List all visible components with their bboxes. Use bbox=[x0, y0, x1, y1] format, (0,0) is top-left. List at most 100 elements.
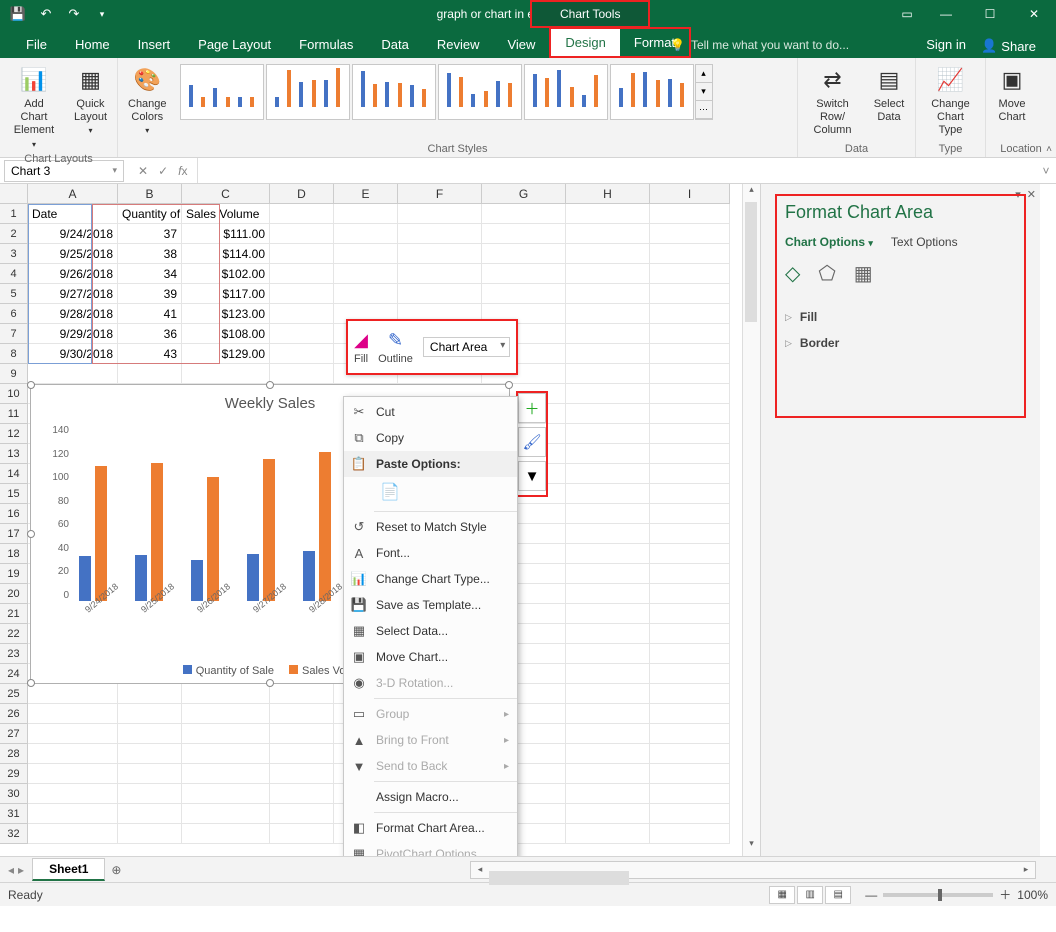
cell[interactable] bbox=[270, 244, 334, 264]
row-header[interactable]: 17 bbox=[0, 524, 28, 544]
maximize-icon[interactable]: ☐ bbox=[968, 0, 1012, 28]
quick-layout-button[interactable]: ▦ Quick Layout ▾ bbox=[70, 62, 111, 138]
cell[interactable]: 38 bbox=[118, 244, 182, 264]
cell[interactable] bbox=[650, 284, 730, 304]
column-header[interactable]: H bbox=[566, 184, 650, 204]
cell[interactable] bbox=[270, 224, 334, 244]
cell[interactable] bbox=[650, 364, 730, 384]
cell[interactable]: 41 bbox=[118, 304, 182, 324]
ctx-cut[interactable]: ✂Cut bbox=[344, 399, 517, 425]
row-header[interactable]: 3 bbox=[0, 244, 28, 264]
row-header[interactable]: 30 bbox=[0, 784, 28, 804]
mini-fill-button[interactable]: ◢ Fill bbox=[354, 330, 368, 365]
cell[interactable] bbox=[650, 644, 730, 664]
cell[interactable] bbox=[118, 684, 182, 704]
ctx-reset-style[interactable]: ↺Reset to Match Style bbox=[344, 514, 517, 540]
cell[interactable] bbox=[270, 284, 334, 304]
cell[interactable] bbox=[566, 824, 650, 844]
chevron-right-icon[interactable]: ▸ bbox=[18, 863, 24, 877]
cell[interactable] bbox=[28, 704, 118, 724]
row-header[interactable]: 28 bbox=[0, 744, 28, 764]
cell[interactable] bbox=[566, 504, 650, 524]
cell[interactable] bbox=[650, 404, 730, 424]
cell[interactable] bbox=[650, 444, 730, 464]
column-header[interactable]: G bbox=[482, 184, 566, 204]
sign-in-link[interactable]: Sign in bbox=[926, 31, 966, 58]
column-header[interactable]: I bbox=[650, 184, 730, 204]
cell[interactable] bbox=[182, 744, 270, 764]
enter-icon[interactable]: ✓ bbox=[158, 164, 168, 178]
tab-design[interactable]: Design bbox=[551, 29, 619, 56]
row-header[interactable]: 31 bbox=[0, 804, 28, 824]
cell[interactable] bbox=[566, 564, 650, 584]
cell[interactable] bbox=[650, 764, 730, 784]
cell[interactable] bbox=[566, 784, 650, 804]
tab-file[interactable]: File bbox=[12, 31, 61, 58]
cell[interactable] bbox=[334, 264, 398, 284]
chart-elements-button[interactable]: ＋ bbox=[518, 393, 546, 423]
cell[interactable] bbox=[334, 224, 398, 244]
cell[interactable] bbox=[566, 764, 650, 784]
cell[interactable] bbox=[650, 244, 730, 264]
cell[interactable]: 9/30/2018 bbox=[28, 344, 118, 364]
pane-section-border[interactable]: ▷Border bbox=[785, 330, 1016, 356]
cell[interactable] bbox=[28, 684, 118, 704]
tab-page-layout[interactable]: Page Layout bbox=[184, 31, 285, 58]
chart-style-thumb[interactable] bbox=[524, 64, 608, 120]
move-chart-button[interactable]: ▣ Move Chart bbox=[992, 62, 1032, 126]
undo-icon[interactable]: ↶ bbox=[36, 4, 56, 24]
cell[interactable] bbox=[334, 284, 398, 304]
row-header[interactable]: 13 bbox=[0, 444, 28, 464]
cell[interactable] bbox=[566, 384, 650, 404]
cell[interactable]: 9/24/2018 bbox=[28, 224, 118, 244]
cell[interactable] bbox=[566, 644, 650, 664]
chart-style-thumb[interactable] bbox=[266, 64, 350, 120]
cell[interactable] bbox=[650, 724, 730, 744]
ctx-select-data[interactable]: ▦Select Data... bbox=[344, 618, 517, 644]
cell[interactable] bbox=[650, 484, 730, 504]
cell[interactable] bbox=[118, 364, 182, 384]
scroll-up-icon[interactable]: ▴ bbox=[743, 184, 760, 202]
cell[interactable] bbox=[566, 544, 650, 564]
row-header[interactable]: 12 bbox=[0, 424, 28, 444]
tab-home[interactable]: Home bbox=[61, 31, 124, 58]
cell[interactable]: 39 bbox=[118, 284, 182, 304]
ribbon-display-icon[interactable]: ▭ bbox=[890, 0, 924, 28]
cell[interactable] bbox=[566, 224, 650, 244]
cell[interactable]: Date bbox=[28, 204, 118, 224]
ctx-font[interactable]: AFont... bbox=[344, 540, 517, 566]
row-header[interactable]: 27 bbox=[0, 724, 28, 744]
cell[interactable] bbox=[270, 304, 334, 324]
select-all-corner[interactable] bbox=[0, 184, 28, 204]
expand-formula-bar-icon[interactable]: ˅ bbox=[1036, 164, 1056, 178]
collapse-ribbon-icon[interactable]: ˄ bbox=[1046, 144, 1052, 155]
row-header[interactable]: 25 bbox=[0, 684, 28, 704]
save-icon[interactable]: 💾 bbox=[8, 4, 28, 24]
cell[interactable] bbox=[270, 804, 334, 824]
column-header[interactable]: D bbox=[270, 184, 334, 204]
cell[interactable] bbox=[650, 304, 730, 324]
chart-style-thumb[interactable] bbox=[180, 64, 264, 120]
cell[interactable]: $111.00 bbox=[182, 224, 270, 244]
row-header[interactable]: 8 bbox=[0, 344, 28, 364]
cell[interactable]: $129.00 bbox=[182, 344, 270, 364]
share-button[interactable]: 👤 Share bbox=[971, 34, 1046, 58]
cell[interactable] bbox=[482, 264, 566, 284]
tab-formulas[interactable]: Formulas bbox=[285, 31, 367, 58]
cell[interactable] bbox=[650, 324, 730, 344]
cell[interactable]: 9/26/2018 bbox=[28, 264, 118, 284]
chart-style-gallery[interactable]: ▴▾⋯ bbox=[179, 62, 713, 122]
mini-element-dropdown[interactable]: Chart Area bbox=[423, 337, 510, 357]
cell[interactable] bbox=[482, 244, 566, 264]
pane-close-icon[interactable]: ✕ bbox=[1027, 188, 1036, 201]
cell[interactable] bbox=[118, 804, 182, 824]
cell[interactable] bbox=[566, 624, 650, 644]
cell[interactable] bbox=[270, 824, 334, 844]
cell[interactable] bbox=[398, 284, 482, 304]
cell[interactable] bbox=[566, 464, 650, 484]
vertical-scrollbar[interactable]: ▴ ▾ bbox=[742, 184, 760, 856]
worksheet-grid[interactable]: ABCDEFGHI 123456789101112131415161718192… bbox=[0, 184, 760, 856]
cell[interactable] bbox=[566, 364, 650, 384]
cancel-icon[interactable]: ✕ bbox=[138, 164, 148, 178]
cell[interactable] bbox=[566, 684, 650, 704]
